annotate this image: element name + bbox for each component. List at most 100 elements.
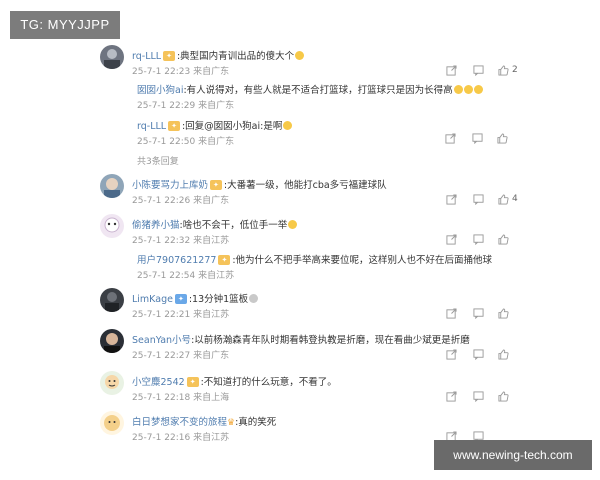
username[interactable]: 小陈要骂力上库奶 (132, 180, 208, 191)
timestamp: 25-7-1 22:18 (132, 393, 191, 403)
comment-text: 不知道打的什么玩意，不看了。 (203, 377, 337, 388)
comment-actions: 4 (446, 194, 556, 206)
comment-meta: 25-7-1 22:50 来自广东 (137, 134, 234, 147)
member-badge: ✦ (218, 255, 231, 265)
emoji-icon (288, 220, 298, 229)
member-badge: ✦ (163, 51, 175, 61)
comment-line: 小空麋2542 ✦:不知道打的什么玩意，不看了。 (132, 377, 337, 388)
like-count: 4 (512, 194, 518, 204)
timestamp: 25-7-1 22:23 (132, 67, 191, 77)
comment-text: 典型国内青训出品的傻大个 (180, 51, 295, 62)
comment-line: rq-LLL ✦:回复@囡囡小狗ai:是啊 (137, 118, 293, 132)
timestamp: 25-7-1 22:50 (137, 137, 196, 147)
comment-icon[interactable] (473, 308, 484, 319)
username[interactable]: 偷猪养小猫 (132, 220, 180, 231)
avatar[interactable] (100, 371, 124, 395)
crown-icon: ♛ (227, 418, 236, 428)
comment-actions (446, 234, 556, 246)
comment-text: 大番薯一级，他能打cba多亏福建球队 (227, 180, 387, 191)
avatar[interactable] (100, 329, 124, 353)
location: 来自上海 (193, 393, 230, 403)
comment-icon[interactable] (473, 234, 484, 245)
share-icon[interactable] (445, 133, 456, 144)
comment-line: 偷猪养小猫:啥也不会干，低位手一举 (132, 217, 298, 231)
like-icon[interactable] (498, 234, 509, 245)
timestamp: 25-7-1 22:16 (132, 433, 191, 443)
like-icon[interactable] (498, 391, 509, 402)
like-icon[interactable] (498, 308, 509, 319)
location: 来自广东 (193, 67, 230, 77)
comment-text: 回复@囡囡小狗ai:是啊 (185, 121, 283, 132)
comment-icon[interactable] (473, 349, 484, 360)
comment-text: 以前杨瀚森青年队时期看韩登执教是折磨，现在看曲少斌更是折磨 (194, 335, 470, 346)
emoji-icon (283, 121, 293, 130)
avatar[interactable] (100, 174, 124, 198)
location: 来自广东 (198, 101, 235, 111)
comment-text: 13分钟1篮板 (192, 294, 249, 305)
share-icon[interactable] (446, 349, 457, 360)
comment-text: 他为什么不把手举高来要位呢，这样别人也不好在后面捅他球 (235, 255, 493, 266)
username[interactable]: LimKage (132, 294, 173, 305)
username[interactable]: 囡囡小狗ai (137, 85, 183, 96)
comment-meta: 25-7-1 22:16 来自江苏 (132, 430, 229, 443)
comment-actions (446, 308, 556, 320)
timestamp: 25-7-1 22:21 (132, 310, 191, 320)
avatar[interactable] (100, 411, 124, 435)
emoji-icon (295, 51, 305, 60)
username[interactable]: 用户7907621277 (137, 255, 216, 266)
comment-text: 真的笑死 (238, 417, 277, 428)
comment-line: 用户7907621277 ✦:他为什么不把手举高来要位呢，这样别人也不好在后面捅他… (137, 255, 493, 266)
comment-screenshot: TG: MYYJJPP rq-LLL ✦:典型国内青训出品的傻大个 25-7-1 … (0, 0, 600, 480)
member-badge: ✦ (174, 294, 187, 304)
comment-meta: 25-7-1 22:29 来自广东 (137, 98, 234, 111)
comment-actions (446, 391, 556, 403)
timestamp: 25-7-1 22:27 (132, 351, 191, 361)
avatar[interactable] (100, 45, 124, 69)
emoji-icon (249, 294, 259, 303)
timestamp: 25-7-1 22:32 (132, 236, 191, 246)
username[interactable]: SeanYan小号 (132, 335, 191, 346)
share-icon[interactable] (446, 308, 457, 319)
avatar[interactable] (100, 214, 124, 238)
comment-icon[interactable] (472, 133, 483, 144)
comment-meta: 25-7-1 22:23 来自广东 (132, 64, 229, 77)
like-icon[interactable] (498, 65, 509, 76)
comment-icon[interactable] (473, 391, 484, 402)
comment-actions (445, 133, 555, 145)
share-icon[interactable] (446, 194, 457, 205)
avatar[interactable] (100, 288, 124, 312)
location: 来自江苏 (198, 271, 235, 281)
emoji-icon (453, 85, 463, 94)
comment-meta: 25-7-1 22:21 来自江苏 (132, 307, 229, 320)
location: 来自江苏 (193, 236, 230, 246)
location: 来自江苏 (193, 310, 230, 320)
username[interactable]: rq-LLL (137, 121, 166, 132)
comment-line: SeanYan小号:以前杨瀚森青年队时期看韩登执教是折磨，现在看曲少斌更是折磨 (132, 335, 470, 346)
emoji-icon (473, 85, 483, 94)
share-icon[interactable] (446, 391, 457, 402)
member-badge: ✦ (210, 180, 222, 190)
like-icon[interactable] (497, 133, 508, 144)
timestamp: 25-7-1 22:54 (137, 271, 196, 281)
comment-icon[interactable] (473, 194, 484, 205)
comment-icon[interactable] (473, 65, 484, 76)
reply-item: 囡囡小狗ai:有人说得对，有些人就是不适合打篮球，打篮球只是因为长得高 25-7… (135, 79, 485, 119)
location: 来自广东 (193, 351, 230, 361)
like-icon[interactable] (498, 349, 509, 360)
member-badge: ✦ (186, 377, 199, 387)
comment-meta: 25-7-1 22:18 来自上海 (132, 390, 229, 403)
username[interactable]: 小空麋2542 (132, 377, 185, 388)
comment-line: 囡囡小狗ai:有人说得对，有些人就是不适合打篮球，打篮球只是因为长得高 (137, 82, 483, 96)
member-badge: ✦ (168, 121, 180, 131)
comment-meta: 25-7-1 22:26 来自广东 (132, 193, 229, 206)
like-icon[interactable] (498, 194, 509, 205)
username[interactable]: 白日梦想家不变的旅程 (132, 417, 227, 428)
username[interactable]: rq-LLL (132, 51, 161, 62)
more-replies-link[interactable]: 共3条回复 (137, 154, 179, 167)
emoji-icon (463, 85, 473, 94)
reply-item: 用户7907621277 ✦:他为什么不把手举高来要位呢，这样别人也不好在后面捅他… (135, 249, 492, 289)
comment-text: 有人说得对，有些人就是不适合打篮球，打篮球只是因为长得高 (186, 85, 453, 96)
share-icon[interactable] (446, 65, 457, 76)
share-icon[interactable] (446, 234, 457, 245)
comment-line: LimKage ✦:13分钟1篮板 (132, 291, 259, 305)
